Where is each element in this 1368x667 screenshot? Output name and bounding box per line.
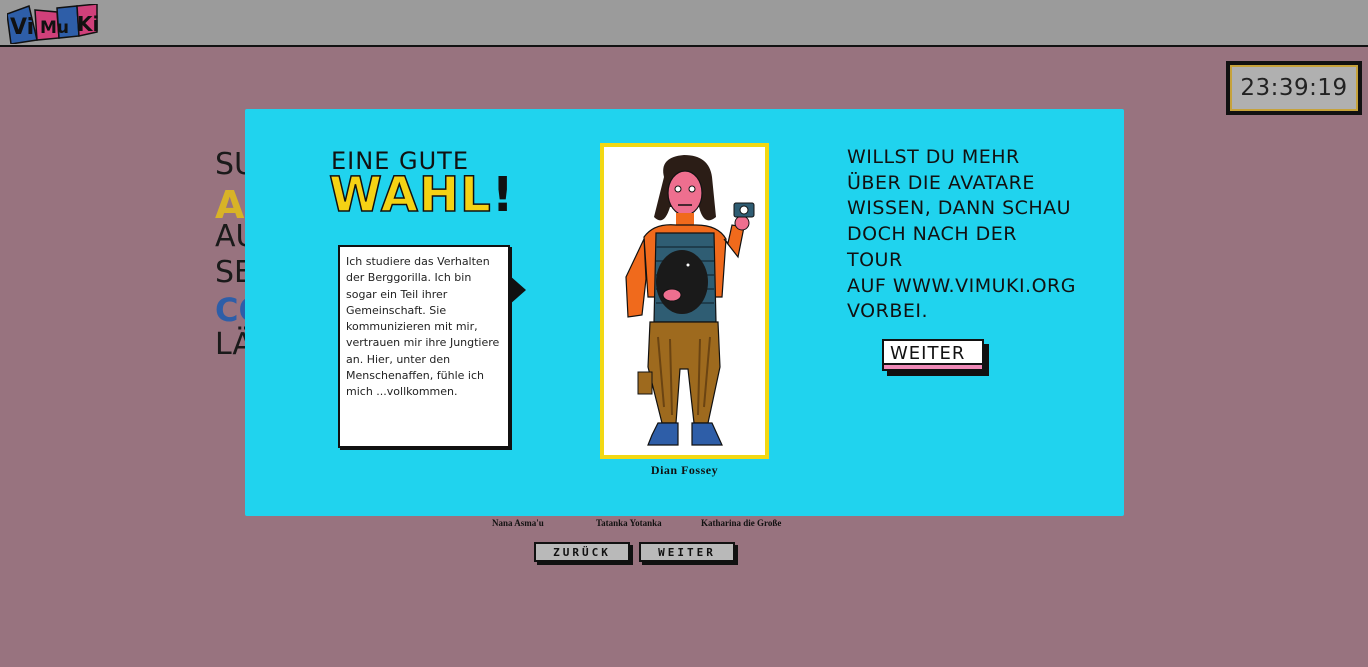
top-bar: Vi Mu Ki — [0, 0, 1368, 47]
info-line-5[interactable]: AUF WWW.VIMUKI.ORG — [847, 274, 1077, 300]
modal-title-bang: ! — [491, 167, 515, 223]
avatar-name-2[interactable]: Tatanka Yotanka — [596, 518, 662, 528]
avatar-name-list: Nana Asma'u Tatanka Yotanka Katharina di… — [0, 518, 1368, 530]
avatar-portrait — [600, 143, 769, 459]
logo-text-mu: Mu — [40, 18, 69, 38]
info-line-2: ÜBER DIE AVATARE — [847, 171, 1035, 194]
dian-fossey-illustration — [625, 155, 755, 446]
countdown-timer: 23:39:19 — [1226, 61, 1362, 115]
modal-next-accent — [884, 363, 982, 369]
info-text: WILLST DU MEHR ÜBER DIE AVATARE WISSEN, … — [847, 145, 1077, 325]
info-line-6: VORBEI. — [847, 300, 929, 323]
info-line-1: WILLST DU MEHR — [847, 146, 1020, 168]
modal-next-label: WEITER — [890, 343, 966, 364]
speech-bubble: Ich studiere das Verhalten der Berggoril… — [338, 245, 510, 448]
back-button[interactable]: ZURÜCK — [534, 542, 630, 562]
logo-text-vi: Vi — [10, 15, 34, 40]
vimuki-logo[interactable]: Vi Mu Ki — [7, 4, 99, 44]
modal-title-big: WAHL! — [328, 170, 515, 220]
info-line-3: WISSEN, DANN SCHAU — [847, 197, 1072, 220]
info-line-4: DOCH NACH DER TOUR — [847, 223, 1017, 271]
next-button[interactable]: WEITER — [639, 542, 735, 562]
timer-value: 23:39:19 — [1230, 65, 1358, 111]
avatar-name-label: Dian Fossey — [650, 463, 719, 477]
speech-bubble-tail — [509, 275, 526, 305]
avatar-name-3[interactable]: Katharina die Große — [701, 518, 781, 528]
avatar-name-1[interactable]: Nana Asma'u — [492, 518, 544, 528]
modal-next-button[interactable]: WEITER — [882, 339, 984, 371]
logo-text-ki: Ki — [77, 12, 99, 36]
avatar-choice-modal: EINE GUTE WAHL! Ich studiere das Verhalt… — [245, 109, 1124, 516]
modal-title-big-text: WAHL — [328, 167, 492, 223]
